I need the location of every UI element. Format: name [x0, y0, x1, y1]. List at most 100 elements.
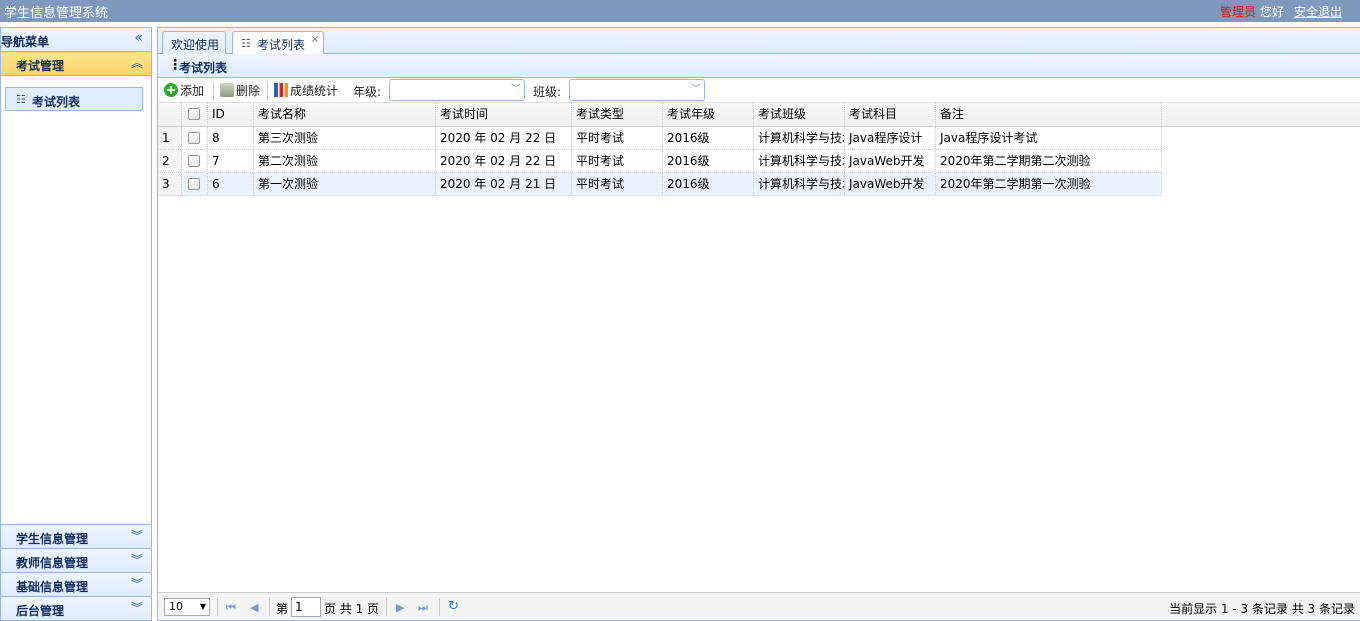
next-page-icon[interactable]: ▶	[396, 601, 404, 614]
sidebar-item-exam-list[interactable]: ☷ 考试列表	[5, 87, 143, 111]
greeting-text: 您好	[1259, 5, 1284, 19]
row-number: 2	[158, 150, 182, 172]
pagination-bar: 10 ▼ ⏮ ◀ 第 1 页 共 1 页 ▶ ⏭ ↻ 当前显示 1 - 3 条记…	[158, 592, 1360, 620]
chevron-down-icon[interactable]: ︾	[131, 599, 143, 616]
accordion-exam-management[interactable]: 考试管理 ︽	[1, 52, 151, 76]
logout-link[interactable]: 安全退出	[1294, 5, 1342, 19]
row-checkbox[interactable]	[188, 178, 200, 190]
tab-welcome[interactable]: 欢迎使用	[162, 31, 226, 54]
first-page-icon[interactable]: ⏮	[226, 601, 236, 615]
tab-label: 欢迎使用	[171, 38, 220, 52]
header-name[interactable]: 考试名称	[254, 103, 436, 126]
header-rownum	[158, 103, 182, 126]
chevron-down-icon: ▼	[199, 602, 206, 611]
header-id[interactable]: ID	[208, 103, 254, 126]
chevron-up-icon[interactable]: ︽	[131, 54, 143, 71]
chevron-down-icon[interactable]: ︾	[131, 551, 143, 568]
page-number-input[interactable]: 1	[291, 597, 321, 617]
tab-exam-list[interactable]: ☷ 考试列表 ×	[232, 31, 324, 55]
cell-class: 计算机科学与技术	[754, 127, 845, 149]
row-select	[182, 127, 208, 149]
accordion-student-info[interactable]: 学生信息管理 ︾	[1, 524, 151, 548]
pager-divider	[386, 598, 387, 616]
select-all-checkbox[interactable]	[188, 108, 200, 120]
cell-subject: JavaWeb开发	[845, 150, 936, 172]
chevron-down-icon[interactable]: ︾	[131, 575, 143, 592]
header-class[interactable]: 考试班级	[754, 103, 845, 126]
header-type[interactable]: 考试类型	[572, 103, 663, 126]
table-row[interactable]: 2 7 第二次测验 2020 年 02 月 22 日 平时考试 2016级 计算…	[158, 150, 1162, 173]
header-remark[interactable]: 备注	[936, 103, 1162, 126]
row-number: 3	[158, 173, 182, 195]
cell-remark: Java程序设计考试	[936, 127, 1162, 149]
close-icon[interactable]: ×	[311, 34, 319, 45]
chevron-down-icon[interactable]: ﹀	[688, 80, 704, 100]
row-number: 1	[158, 127, 182, 149]
page-prefix: 第	[276, 602, 289, 616]
user-role: 管理员	[1219, 5, 1256, 19]
cell-subject: JavaWeb开发	[845, 173, 936, 195]
table-row[interactable]: 1 8 第三次测验 2020 年 02 月 22 日 平时考试 2016级 计算…	[158, 127, 1162, 150]
cell-remark: 2020年第二学期第一次测验	[936, 173, 1162, 195]
accordion-title: 教师信息管理	[16, 556, 89, 570]
add-button[interactable]: 添加	[164, 82, 204, 100]
grade-select[interactable]: ﹀	[389, 79, 525, 101]
accordion-teacher-info[interactable]: 教师信息管理 ︾	[1, 548, 151, 572]
header-time[interactable]: 考试时间	[436, 103, 572, 126]
pager-divider	[439, 598, 440, 616]
accordion-basic-info[interactable]: 基础信息管理 ︾	[1, 572, 151, 596]
row-select	[182, 150, 208, 172]
record-info: 当前显示 1 - 3 条记录 共 3 条记录	[1169, 602, 1355, 616]
main-area: 欢迎使用 ☷ 考试列表 × ⋮ 考试列表 添加 删除 成绩统计 年级: ﹀ 班级…	[157, 27, 1360, 621]
accordion-body: ☷ 考试列表	[1, 76, 151, 529]
last-page-icon[interactable]: ⏭	[418, 601, 428, 615]
chevron-down-icon[interactable]: ﹀	[508, 80, 524, 100]
cell-type: 平时考试	[572, 127, 663, 149]
pager-divider	[217, 598, 218, 616]
toolbar-divider	[267, 82, 268, 100]
class-select[interactable]: ﹀	[569, 79, 705, 101]
cell-id: 7	[208, 150, 254, 172]
accordion-title: 基础信息管理	[16, 580, 89, 594]
tab-label: 考试列表	[257, 38, 306, 52]
collapse-sidebar-icon[interactable]: «	[134, 30, 143, 46]
row-checkbox[interactable]	[188, 132, 200, 144]
cell-time: 2020 年 02 月 21 日	[436, 173, 572, 195]
sidebar: 导航菜单 « 考试管理 ︽ ☷ 考试列表 学生信息管理 ︾ 教师信息管理 ︾ 基…	[0, 27, 152, 621]
cell-grade: 2016级	[663, 173, 754, 195]
page-size-select[interactable]: 10 ▼	[164, 598, 210, 616]
chart-icon	[274, 83, 288, 97]
tab-bar: 欢迎使用 ☷ 考试列表 ×	[158, 28, 1360, 55]
header-subject[interactable]: 考试科目	[845, 103, 936, 126]
accordion-groups: 学生信息管理 ︾ 教师信息管理 ︾ 基础信息管理 ︾ 后台管理 ︾	[1, 524, 151, 620]
exam-table: ID 考试名称 考试时间 考试类型 考试年级 考试班级 考试科目 备注 1 8 …	[158, 103, 1360, 594]
row-select	[182, 173, 208, 195]
page-suffix: 页 共 1 页	[324, 602, 380, 616]
cell-class: 计算机科学与技术	[754, 150, 845, 172]
header-grade[interactable]: 考试年级	[663, 103, 754, 126]
delete-icon	[220, 83, 234, 97]
accordion-title: 学生信息管理	[16, 532, 89, 546]
toolbar-divider	[213, 82, 214, 100]
list-icon: ☷	[241, 37, 251, 50]
stats-button[interactable]: 成绩统计	[274, 82, 338, 100]
delete-button[interactable]: 删除	[220, 82, 260, 100]
header-select-all	[182, 103, 208, 126]
class-label: 班级:	[533, 85, 562, 99]
nav-menu-header: 导航菜单 «	[1, 28, 151, 52]
panel-header: ⋮ 考试列表	[158, 54, 1360, 78]
row-checkbox[interactable]	[188, 155, 200, 167]
accordion-admin[interactable]: 后台管理 ︾	[1, 596, 151, 620]
refresh-icon[interactable]: ↻	[448, 599, 459, 614]
cell-class: 计算机科学与技术	[754, 173, 845, 195]
cell-type: 平时考试	[572, 150, 663, 172]
cell-name: 第二次测验	[254, 150, 436, 172]
chevron-down-icon[interactable]: ︾	[131, 527, 143, 544]
cell-time: 2020 年 02 月 22 日	[436, 127, 572, 149]
table-row[interactable]: 3 6 第一次测验 2020 年 02 月 21 日 平时考试 2016级 计算…	[158, 173, 1162, 196]
list-icon: ☷	[16, 93, 26, 106]
prev-page-icon[interactable]: ◀	[250, 601, 258, 614]
panel-title: 考试列表	[179, 61, 228, 75]
add-icon	[164, 83, 178, 97]
app-title: 学生信息管理系统	[4, 6, 109, 21]
